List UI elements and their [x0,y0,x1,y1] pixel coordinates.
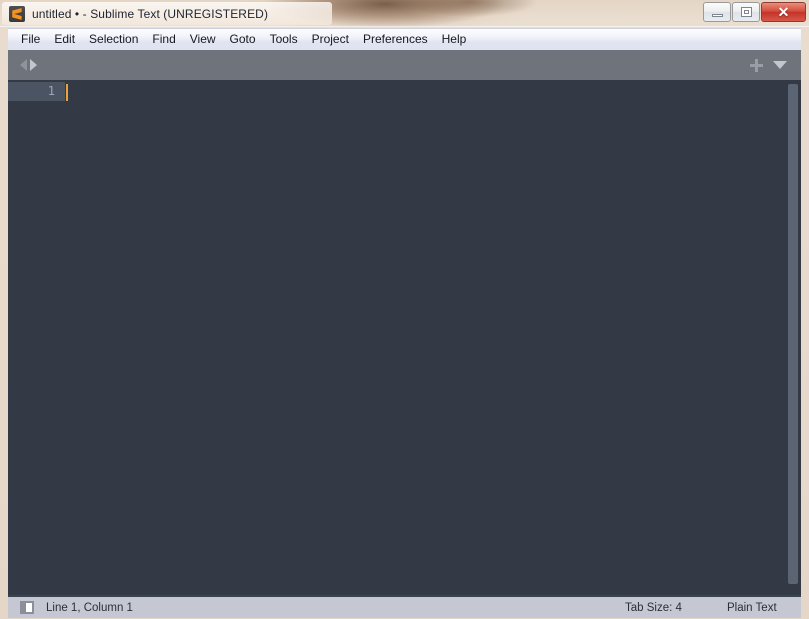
window-title: untitled • - Sublime Text (UNREGISTERED) [32,6,269,21]
window-controls: ✕ [703,2,806,22]
tab-navigation-arrows [20,59,37,71]
status-cursor-position: Line 1, Column 1 [46,601,133,614]
line-number-1: 1 [47,84,55,98]
status-tab-size[interactable]: Tab Size: 4 [625,602,682,614]
triangle-left-icon[interactable] [20,59,27,71]
active-line-highlight [8,82,65,101]
menu-item-goto[interactable]: Goto [223,29,263,50]
menu-item-tools[interactable]: Tools [263,29,305,50]
menu-bar: File Edit Selection Find View Goto Tools… [8,28,801,50]
status-syntax-mode[interactable]: Plain Text [727,602,777,614]
title-bar[interactable]: untitled • - Sublime Text (UNREGISTERED)… [0,0,809,27]
sidebar-panel-icon[interactable] [20,601,34,614]
caret-down-icon[interactable] [773,61,787,69]
menu-item-project[interactable]: Project [305,29,356,50]
vertical-scrollbar-thumb[interactable] [788,84,798,584]
line-number-gutter: 1 [8,80,65,595]
menu-item-selection[interactable]: Selection [82,29,145,50]
menu-item-find[interactable]: Find [145,29,182,50]
editor-area[interactable]: 1 [8,80,801,595]
vertical-scrollbar-track[interactable] [785,80,801,595]
menu-item-help[interactable]: Help [435,29,474,50]
sublime-text-logo-icon [9,5,25,22]
minimize-button[interactable] [703,2,731,22]
plus-icon[interactable] [750,58,763,72]
menu-item-view[interactable]: View [183,29,223,50]
minimize-icon [711,13,723,17]
close-button[interactable]: ✕ [761,2,806,22]
tab-bar-actions [750,58,787,72]
status-bar: Line 1, Column 1 Tab Size: 4 Plain Text [8,595,801,618]
triangle-right-icon[interactable] [30,59,37,71]
tab-bar [8,50,801,80]
menu-item-file[interactable]: File [14,29,47,50]
menu-item-preferences[interactable]: Preferences [356,29,435,50]
maximize-icon [740,7,752,17]
close-icon: ✕ [777,4,790,20]
menu-item-edit[interactable]: Edit [47,29,82,50]
text-caret [66,84,68,101]
application-window: untitled • - Sublime Text (UNREGISTERED)… [0,0,809,619]
maximize-button[interactable] [732,2,760,22]
